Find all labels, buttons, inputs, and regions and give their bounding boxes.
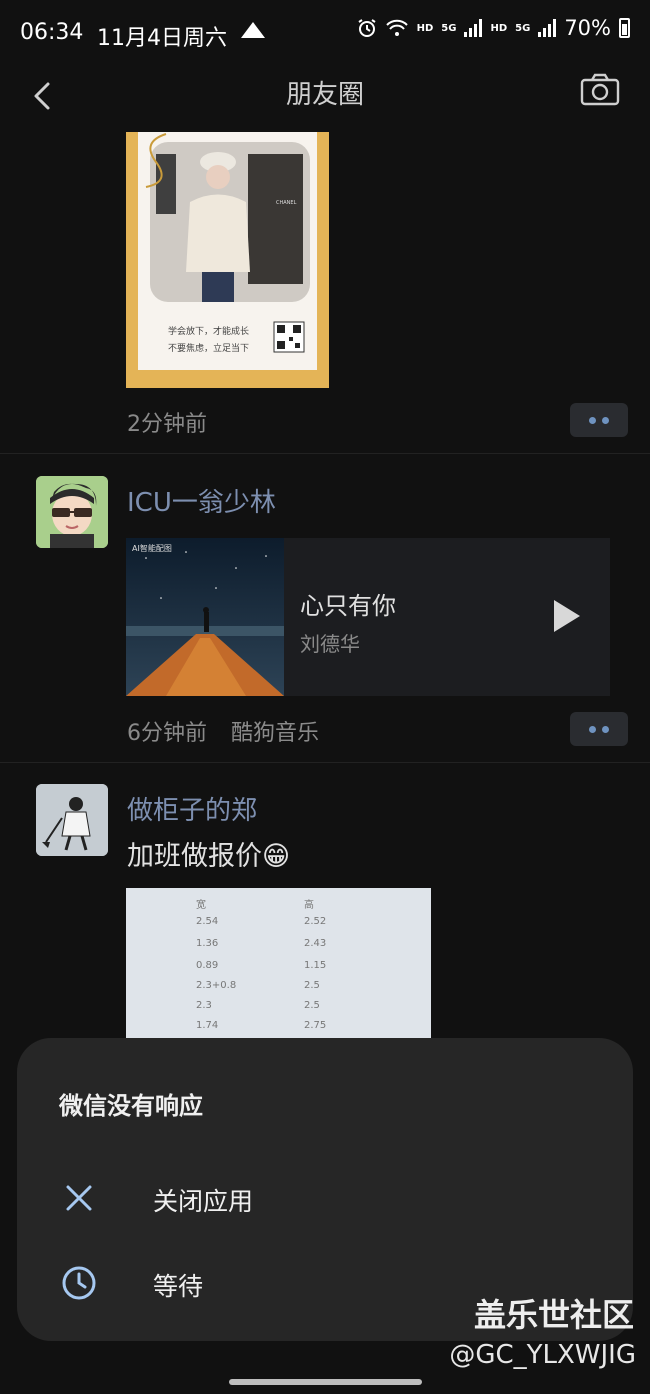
poster-name[interactable]: 做柜子的郑 — [127, 790, 257, 827]
camera-icon[interactable] — [580, 72, 620, 108]
page-title: 朋友圈 — [285, 80, 364, 110]
close-app-label: 关闭应用 — [153, 1187, 254, 1216]
avatar[interactable] — [36, 784, 108, 856]
hd-label: HD — [416, 22, 434, 34]
music-cover: AI智能配图 — [126, 538, 284, 696]
close-icon — [66, 1185, 92, 1211]
wait-label: 等待 — [153, 1272, 204, 1301]
music-card[interactable]: AI智能配图 心只有你 刘德华 — [126, 538, 610, 696]
poster-doodle — [145, 133, 167, 188]
sheet-cell: 2.43 — [304, 938, 327, 949]
sheet-cell: 2.75 — [304, 1020, 327, 1031]
home-indicator[interactable] — [229, 1379, 422, 1385]
sheet-cell: 1.15 — [304, 960, 327, 971]
5g-label-2: 5G — [515, 22, 531, 34]
song-title: 心只有你 — [300, 592, 396, 620]
navigation-icon — [241, 22, 265, 38]
signal-icon — [464, 19, 483, 37]
poster-name[interactable]: ICU一翁少林 — [127, 482, 276, 519]
status-time: 06:34 — [20, 20, 84, 45]
post-image[interactable]: CHANEL 学会放下，才能成长 不要焦虑，立足当下 — [126, 132, 329, 388]
sheet-cell: 1.74 — [196, 1020, 219, 1031]
dialog-title: 微信没有响应 — [59, 1092, 203, 1120]
brand-text: CHANEL — [276, 200, 297, 206]
post-text: 加班做报价😁 — [127, 841, 291, 872]
divider — [0, 762, 650, 763]
sheet-cell: 2.5 — [304, 1000, 320, 1011]
poster-line-1: 学会放下，才能成长 — [168, 325, 249, 337]
battery-icon — [619, 18, 630, 38]
avatar[interactable] — [36, 476, 108, 548]
poster-line-2: 不要焦虑，立足当下 — [168, 342, 249, 354]
5g-label: 5G — [441, 22, 457, 34]
cover-tag: AI智能配图 — [132, 543, 172, 553]
watermark-title: 盖乐世社区 — [473, 1296, 634, 1334]
post-time: 6分钟前 — [127, 721, 207, 746]
signal-icon-2 — [538, 19, 557, 37]
more-actions-button[interactable] — [570, 403, 628, 437]
post-source[interactable]: 酷狗音乐 — [231, 715, 319, 747]
battery-percent: 70% — [564, 16, 611, 40]
watermark-handle: @GC_YLXWJIG — [449, 1340, 636, 1370]
clock-icon — [62, 1266, 96, 1300]
sheet-cell: 2.3 — [196, 1000, 212, 1011]
sheet-cell: 2.54 — [196, 916, 219, 927]
sheet-cell: 2.3+0.8 — [196, 980, 237, 991]
hd-label-2: HD — [490, 22, 508, 34]
sheet-cell: 2.5 — [304, 980, 320, 991]
status-date: 11月4日周六 — [97, 26, 227, 51]
more-actions-button[interactable] — [570, 712, 628, 746]
sheet-cell: 1.36 — [196, 938, 219, 949]
post-time: 2分钟前 — [127, 412, 207, 437]
song-singer: 刘德华 — [300, 632, 360, 656]
wifi-icon — [385, 19, 408, 36]
sheet-cell: 0.89 — [196, 960, 219, 971]
divider — [0, 453, 650, 454]
sheet-cell: 高 — [304, 900, 314, 911]
play-icon[interactable] — [554, 600, 580, 632]
sheet-cell: 宽 — [196, 900, 206, 911]
status-bar: 06:34 11月4日周六 HD 5G HD 5G 70% — [0, 0, 650, 62]
sheet-cell: 2.52 — [304, 916, 327, 927]
post-image[interactable]: 宽 高 2.54 2.52 1.36 2.43 0.89 1.15 2.3+0.8 2.5… — [126, 888, 431, 1048]
close-app-button[interactable]: 关闭应用 — [17, 1166, 633, 1236]
nav-bar: 朋友圈 — [0, 62, 650, 132]
alarm-icon — [358, 19, 376, 37]
